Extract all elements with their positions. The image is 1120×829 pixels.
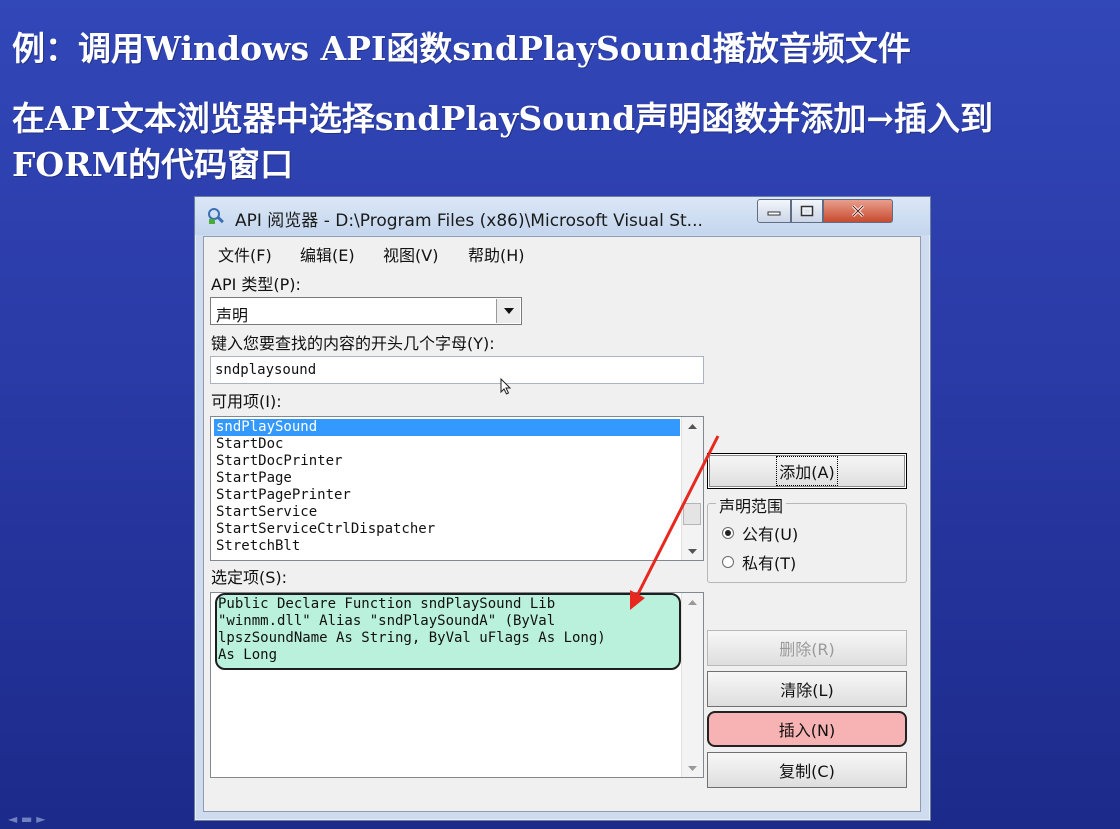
scroll-up-button[interactable] bbox=[682, 593, 703, 611]
declare-scope-group: 声明范围 公有(U) 私有(T) bbox=[707, 493, 907, 583]
list-item[interactable]: StartDoc bbox=[214, 436, 680, 453]
copy-button[interactable]: 复制(C) bbox=[707, 752, 907, 788]
chevron-up-icon bbox=[688, 423, 697, 429]
scroll-thumb[interactable] bbox=[683, 503, 701, 525]
menu-help[interactable]: 帮助(H) bbox=[468, 242, 525, 266]
radio-public-label: 公有(U) bbox=[742, 525, 799, 544]
radio-private[interactable]: 私有(T) bbox=[722, 550, 796, 574]
add-button-label: 添加(A) bbox=[776, 456, 838, 486]
scroll-down-button[interactable] bbox=[682, 759, 703, 777]
list-item[interactable]: StretchBlt bbox=[214, 538, 680, 555]
code-line: "winmm.dll" Alias "sndPlaySoundA" (ByVal bbox=[218, 613, 556, 629]
radio-public-indicator[interactable] bbox=[722, 527, 734, 539]
scroll-down-button[interactable] bbox=[682, 542, 703, 560]
code-line: lpszSoundName As String, ByVal uFlags As… bbox=[218, 630, 606, 646]
selected-scrollbar[interactable] bbox=[681, 593, 703, 777]
selected-items-label: 选定项(S): bbox=[211, 568, 288, 587]
add-button[interactable]: 添加(A) bbox=[707, 453, 907, 489]
radio-private-label: 私有(T) bbox=[742, 554, 797, 573]
maximize-button[interactable] bbox=[791, 199, 823, 223]
mouse-cursor-icon bbox=[500, 378, 512, 395]
close-icon bbox=[851, 204, 865, 218]
close-button[interactable] bbox=[823, 199, 893, 223]
radio-public[interactable]: 公有(U) bbox=[722, 521, 798, 545]
list-item[interactable]: sndPlaySound bbox=[214, 419, 680, 436]
list-item[interactable]: StartServiceCtrlDispatcher bbox=[214, 521, 680, 538]
minimize-button[interactable] bbox=[757, 199, 791, 223]
window-title: API 阅览器 - D:\Program Files (x86)\Microso… bbox=[235, 211, 703, 231]
menu-edit[interactable]: 编辑(E) bbox=[300, 242, 355, 266]
insert-button[interactable]: 插入(N) bbox=[707, 711, 907, 747]
declare-scope-title: 声明范围 bbox=[716, 493, 787, 517]
client-area: 文件(F) 编辑(E) 视图(V) 帮助(H) API 类型(P): 声明 键入… bbox=[203, 236, 921, 812]
available-items-label: 可用项(I): bbox=[211, 392, 282, 411]
api-type-dropdown[interactable]: 声明 bbox=[210, 297, 522, 325]
api-viewer-app-icon bbox=[208, 208, 224, 224]
maximize-icon bbox=[800, 205, 814, 217]
clear-button[interactable]: 清除(L) bbox=[707, 671, 907, 707]
slide-nav-icon: ◄ ▬ ► bbox=[8, 812, 46, 826]
api-viewer-window: API 阅览器 - D:\Program Files (x86)\Microso… bbox=[194, 196, 931, 821]
list-scrollbar[interactable] bbox=[681, 417, 703, 560]
api-type-value: 声明 bbox=[216, 306, 249, 325]
api-type-label: API 类型(P): bbox=[211, 275, 301, 294]
menu-bar: 文件(F) 编辑(E) 视图(V) 帮助(H) bbox=[204, 237, 920, 266]
insert-button-label: 插入(N) bbox=[778, 721, 836, 740]
slide-heading-line-3: FORM的代码窗口 bbox=[12, 145, 294, 184]
selected-items-box[interactable]: Public Declare Function sndPlaySound Lib… bbox=[210, 592, 704, 778]
list-item[interactable]: StartPagePrinter bbox=[214, 487, 680, 504]
chevron-down-icon bbox=[688, 548, 697, 554]
list-item[interactable]: StartDocPrinter bbox=[214, 453, 680, 470]
scroll-up-button[interactable] bbox=[682, 417, 703, 435]
dropdown-arrow-button[interactable] bbox=[496, 299, 520, 323]
search-label: 键入您要查找的内容的开头几个字母(Y): bbox=[211, 334, 495, 353]
code-line: Public Declare Function sndPlaySound Lib bbox=[218, 596, 556, 612]
menu-view[interactable]: 视图(V) bbox=[383, 242, 438, 266]
delete-button-label: 删除(R) bbox=[779, 640, 835, 659]
slide-heading-line-1: 例：调用Windows API函数sndPlaySound播放音频文件 bbox=[12, 29, 911, 68]
available-items-list[interactable]: sndPlaySound StartDoc StartDocPrinter St… bbox=[210, 416, 704, 561]
copy-button-label: 复制(C) bbox=[779, 762, 835, 781]
menu-file[interactable]: 文件(F) bbox=[218, 242, 272, 266]
search-field[interactable] bbox=[210, 356, 704, 384]
title-bar[interactable]: API 阅览器 - D:\Program Files (x86)\Microso… bbox=[195, 197, 930, 235]
search-input[interactable] bbox=[215, 362, 695, 378]
radio-private-indicator[interactable] bbox=[722, 556, 734, 568]
minimize-icon bbox=[767, 211, 781, 216]
list-item[interactable]: StartService bbox=[214, 504, 680, 521]
list-item[interactable]: StartPage bbox=[214, 470, 680, 487]
code-line: As Long bbox=[218, 647, 278, 663]
chevron-down-icon bbox=[503, 308, 514, 314]
chevron-up-icon bbox=[688, 599, 697, 605]
clear-button-label: 清除(L) bbox=[780, 681, 834, 700]
slide-heading-line-2: 在API文本浏览器中选择sndPlaySound声明函数并添加→插入到 bbox=[12, 99, 993, 138]
chevron-down-icon bbox=[688, 765, 697, 771]
delete-button[interactable]: 删除(R) bbox=[707, 630, 907, 666]
